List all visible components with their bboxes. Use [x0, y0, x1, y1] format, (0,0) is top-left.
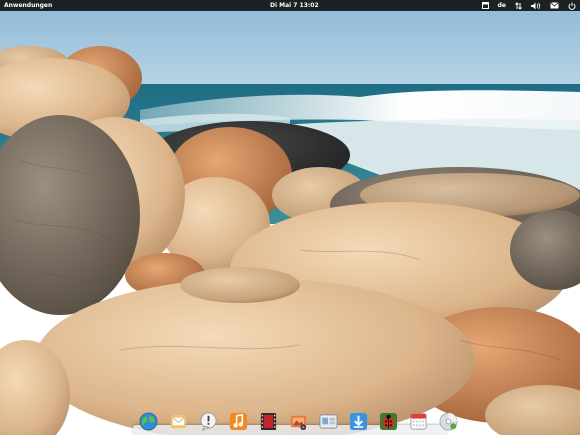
globe-icon[interactable] — [138, 411, 158, 431]
applications-menu[interactable]: Anwendungen — [4, 0, 52, 11]
top-panel: Anwendungen Di Mai 7 13:02 de — [0, 0, 580, 11]
power-icon[interactable] — [568, 0, 576, 11]
download-icon[interactable] — [348, 411, 368, 431]
network-icon[interactable] — [515, 0, 522, 11]
envelope-icon[interactable] — [168, 411, 188, 431]
chat-bubble-icon[interactable] — [198, 411, 218, 431]
dock-items — [138, 411, 458, 431]
volume-icon[interactable] — [531, 0, 541, 11]
indicator-area: de — [481, 0, 576, 11]
film-icon[interactable] — [258, 411, 278, 431]
ladybug-icon[interactable] — [378, 411, 398, 431]
photo-icon[interactable] — [288, 411, 308, 431]
calendar-icon[interactable] — [408, 411, 428, 431]
window-icon[interactable] — [481, 0, 489, 11]
dock — [133, 407, 457, 435]
keyboard-layout-indicator[interactable]: de — [498, 0, 506, 11]
panel-clock[interactable]: Di Mai 7 13:02 — [270, 0, 319, 11]
desktop-wallpaper — [0, 0, 580, 435]
mail-icon[interactable] — [550, 0, 559, 11]
music-note-icon[interactable] — [228, 411, 248, 431]
disc-icon[interactable] — [438, 411, 458, 431]
settings-panel-icon[interactable] — [318, 411, 338, 431]
